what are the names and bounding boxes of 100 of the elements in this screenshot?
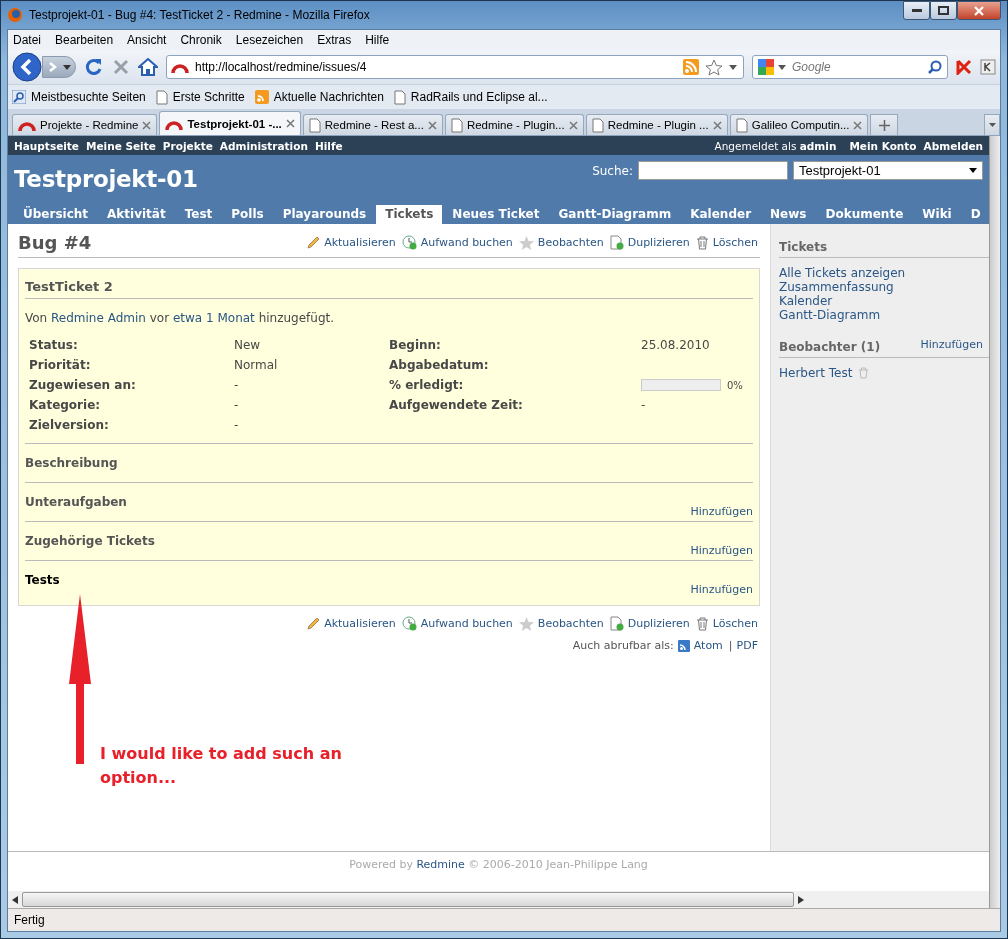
addon-icon[interactable] bbox=[980, 59, 996, 75]
menu-item[interactable]: Chronik bbox=[180, 33, 222, 47]
forward-button[interactable] bbox=[42, 56, 76, 78]
close-icon[interactable] bbox=[853, 120, 863, 130]
sidebar-link[interactable]: Kalender bbox=[779, 294, 989, 308]
action-link[interactable]: Aktualisieren bbox=[324, 236, 396, 249]
dropdown-icon[interactable] bbox=[778, 64, 786, 70]
main-menu-tab[interactable]: Neues Ticket bbox=[443, 205, 549, 224]
action-link[interactable]: Duplizieren bbox=[627, 236, 690, 249]
star-icon[interactable] bbox=[705, 58, 723, 76]
bookmark[interactable]: Aktuelle Nachrichten bbox=[254, 90, 384, 104]
browser-tab[interactable]: Redmine - Plugin ... bbox=[585, 114, 728, 135]
vertical-scrollbar[interactable] bbox=[989, 136, 1000, 908]
back-button[interactable] bbox=[12, 52, 42, 82]
new-tab-button[interactable] bbox=[870, 114, 899, 135]
search-field[interactable] bbox=[638, 161, 788, 180]
page-icon bbox=[393, 89, 406, 105]
top-menu-link[interactable]: Hauptseite bbox=[14, 139, 79, 152]
main-menu-tab[interactable]: Playarounds bbox=[273, 205, 376, 224]
main-menu-tab[interactable]: Dokumente bbox=[816, 205, 913, 224]
add-link[interactable]: Hinzufügen bbox=[920, 338, 983, 351]
account-link[interactable]: Abmelden bbox=[923, 139, 983, 152]
action-link[interactable]: Beobachten bbox=[537, 236, 604, 249]
browser-tab[interactable]: Testprojekt-01 -... bbox=[159, 111, 301, 135]
main-menu-tab[interactable]: News bbox=[761, 205, 816, 224]
tab-list-button[interactable] bbox=[984, 114, 1000, 135]
close-icon[interactable] bbox=[285, 119, 295, 128]
action-link[interactable]: Aufwand buchen bbox=[420, 617, 513, 630]
browser-tab[interactable]: Redmine - Rest a... bbox=[302, 114, 443, 135]
main-menu-tab[interactable]: Test bbox=[175, 205, 222, 224]
account-link[interactable]: Mein Konto bbox=[849, 139, 917, 152]
main-menu-tab[interactable]: Aktivität bbox=[98, 205, 175, 224]
close-icon[interactable] bbox=[568, 120, 578, 130]
browser-tab[interactable]: Galileo Computin... bbox=[729, 114, 869, 135]
menu-item[interactable]: Lesezeichen bbox=[235, 33, 304, 47]
bookmark[interactable]: RadRails und Eclipse al... bbox=[393, 89, 548, 105]
project-title: Testprojekt-01 bbox=[14, 166, 198, 192]
maximize-button[interactable] bbox=[930, 1, 957, 20]
logged-in-text: Angemeldet als admin bbox=[714, 139, 837, 152]
add-link[interactable]: Hinzufügen bbox=[690, 505, 753, 518]
search-icon[interactable] bbox=[928, 60, 942, 74]
bookmark[interactable]: Erste Schritte bbox=[155, 89, 245, 105]
add-link[interactable]: Hinzufügen bbox=[690, 544, 753, 557]
attribute-value: Normal bbox=[234, 358, 278, 372]
main-menu-tab[interactable]: Wiki bbox=[913, 205, 961, 224]
minimize-button[interactable] bbox=[903, 1, 930, 20]
top-menu-link[interactable]: Meine Seite bbox=[86, 139, 156, 152]
document-plus-icon bbox=[609, 235, 624, 250]
add-link[interactable]: Hinzufügen bbox=[690, 583, 753, 596]
search-bar[interactable]: Google bbox=[752, 55, 948, 79]
format-link[interactable]: PDF bbox=[736, 639, 758, 652]
browser-tab[interactable]: Redmine - Plugin... bbox=[444, 114, 584, 135]
main-menu-tab[interactable]: Tickets bbox=[376, 205, 443, 224]
top-menu-link[interactable]: Hilfe bbox=[314, 139, 343, 152]
menu-item[interactable]: Bearbeiten bbox=[55, 33, 114, 47]
close-button[interactable] bbox=[957, 1, 1001, 20]
home-icon[interactable] bbox=[138, 58, 158, 76]
addon-icon[interactable] bbox=[956, 59, 972, 75]
main-menu-tab[interactable]: Übersicht bbox=[14, 205, 98, 224]
main-menu-tab[interactable]: D bbox=[961, 205, 989, 224]
close-icon[interactable] bbox=[712, 120, 722, 130]
sidebar-link[interactable]: Alle Tickets anzeigen bbox=[779, 266, 989, 280]
main-menu-tab[interactable]: Gantt-Diagramm bbox=[549, 205, 681, 224]
menu-item[interactable]: Datei bbox=[13, 33, 41, 47]
dropdown-icon bbox=[969, 168, 977, 173]
watcher-link[interactable]: Herbert Test bbox=[779, 366, 853, 380]
action-link[interactable]: Duplizieren bbox=[627, 617, 690, 630]
action-link[interactable]: Aktualisieren bbox=[324, 617, 396, 630]
scroll-left-icon[interactable] bbox=[12, 895, 18, 904]
author-line: Von Redmine Admin vor etwa 1 Monat hinzugefügt. bbox=[25, 311, 336, 325]
action-link[interactable]: Löschen bbox=[712, 236, 758, 249]
menu-item[interactable]: Hilfe bbox=[365, 33, 390, 47]
dropdown-icon[interactable] bbox=[729, 64, 737, 70]
action-link[interactable]: Beobachten bbox=[537, 617, 604, 630]
close-icon[interactable] bbox=[142, 120, 152, 130]
top-menu-link[interactable]: Administration bbox=[219, 139, 308, 152]
main-menu-tab[interactable]: Kalender bbox=[681, 205, 761, 224]
menu-item[interactable]: Extras bbox=[317, 33, 352, 47]
sidebar-link[interactable]: Zusammenfassung bbox=[779, 280, 989, 294]
trash-icon bbox=[695, 235, 709, 250]
section-title: Beschreibung bbox=[25, 456, 118, 470]
top-menu-link[interactable]: Projekte bbox=[162, 139, 213, 152]
author-link[interactable]: Redmine Admin bbox=[51, 311, 146, 325]
scrollbar-thumb[interactable] bbox=[22, 892, 794, 907]
main-menu-tab[interactable]: Polls bbox=[222, 205, 273, 224]
bookmark[interactable]: Meistbesuchte Seiten bbox=[12, 90, 146, 104]
footer-link[interactable]: Redmine bbox=[416, 858, 465, 871]
format-link[interactable]: Atom bbox=[693, 639, 723, 652]
horizontal-scrollbar[interactable] bbox=[8, 891, 989, 908]
menu-item[interactable]: Ansicht bbox=[127, 33, 167, 47]
close-icon[interactable] bbox=[427, 120, 437, 130]
address-bar[interactable]: http://localhost/redmine/issues/4 bbox=[166, 55, 744, 79]
sidebar-link[interactable]: Gantt-Diagramm bbox=[779, 308, 989, 322]
project-select[interactable]: Testprojekt-01 bbox=[793, 161, 983, 180]
scroll-right-icon[interactable] bbox=[798, 895, 804, 904]
reload-icon[interactable] bbox=[84, 57, 104, 77]
action-link[interactable]: Aufwand buchen bbox=[420, 236, 513, 249]
action-link[interactable]: Löschen bbox=[712, 617, 758, 630]
browser-tab[interactable]: Projekte - Redmine bbox=[12, 114, 158, 135]
age-link[interactable]: etwa 1 Monat bbox=[172, 311, 255, 325]
